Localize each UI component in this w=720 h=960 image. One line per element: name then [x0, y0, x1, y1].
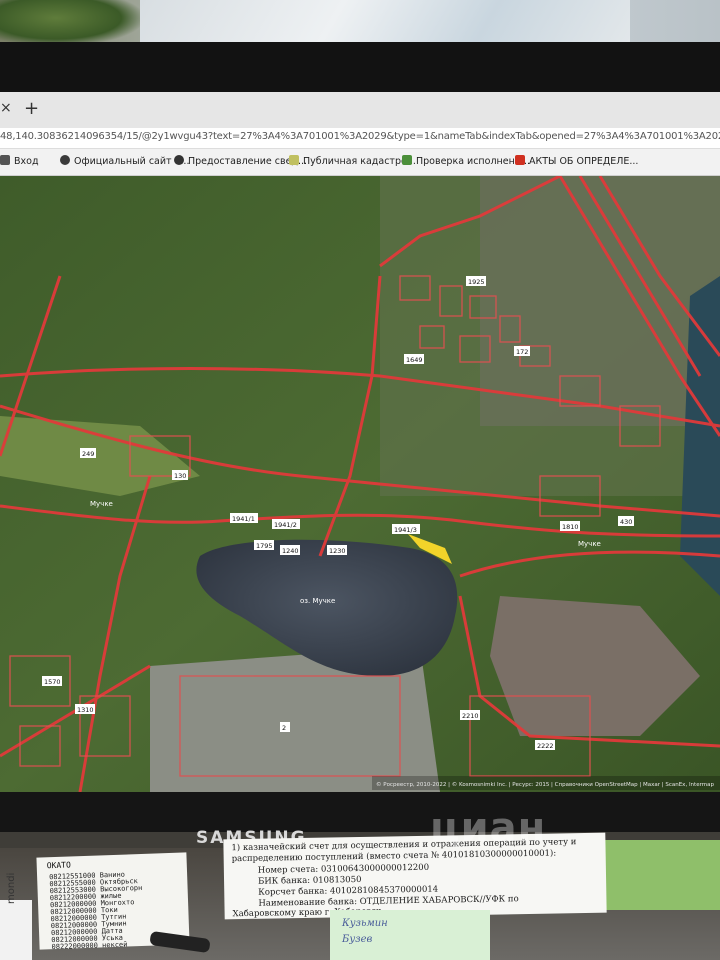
url-text[interactable]: 48,140.30836214096354/15/@2y1wvgu43?text…: [0, 131, 720, 142]
plot-label: 249: [82, 450, 94, 458]
plant: [0, 0, 140, 45]
plot-label: 1941/1: [232, 515, 255, 523]
browser-tab-bar: × +: [0, 92, 720, 128]
binder-label: mondi: [6, 872, 17, 904]
plot-label: 430: [620, 518, 632, 526]
plot-label: 1941/3: [394, 526, 417, 534]
plot-label: 1230: [329, 547, 346, 555]
notice-line: Номер счета: 03100643000000012200: [257, 862, 430, 876]
wall-map: [140, 0, 630, 42]
binder: [0, 900, 32, 960]
receipt-header: ОКАТО: [46, 860, 71, 871]
plot-label: 2: [282, 724, 286, 732]
bookmark-execution-check[interactable]: Проверка исполнени...: [402, 155, 530, 167]
lake-label: оз. Мучке: [300, 597, 335, 605]
map-attribution: © Росреестр, 2010-2022 | © Kosmosnimki I…: [376, 781, 714, 788]
plot-label: 172: [516, 348, 528, 356]
notice-line: БИК банка: 010813050: [257, 874, 362, 887]
cadastral-map[interactable]: оз. Мучке Мучке Мучке 1925 1941/1 1941/2…: [0, 176, 720, 792]
new-tab-button[interactable]: +: [24, 98, 39, 119]
arrow-icon: [0, 155, 10, 165]
plot-label: 1810: [562, 523, 579, 531]
map-canvas[interactable]: оз. Мучке Мучке Мучке 1925 1941/1 1941/2…: [0, 176, 720, 792]
address-bar[interactable]: 48,140.30836214096354/15/@2y1wvgu43?text…: [0, 128, 720, 149]
monitor-bottom-bezel: [0, 792, 720, 832]
bank-details-note: 1) казначейский счет для осуществления и…: [223, 832, 607, 920]
leaf-icon: [402, 155, 412, 165]
monitor-screen: × + 48,140.30836214096354/15/@2y1wvgu43?…: [0, 92, 720, 792]
b-letter-icon: [515, 155, 525, 165]
handwritten-line: Кузьмин: [342, 918, 388, 929]
plot-label: 1925: [468, 278, 485, 286]
bookmark-acts[interactable]: АКТЫ ОБ ОПРЕДЕЛЕ...: [515, 155, 638, 167]
bookmarks-bar: Вход Официальный сайт а... Предоставлени…: [0, 149, 720, 176]
handwritten-line: Бузев: [342, 934, 373, 945]
plot-label: 1570: [44, 678, 61, 686]
bookmark-info-provision[interactable]: Предоставление свед...: [174, 155, 307, 167]
plot-label: 2210: [462, 712, 479, 720]
map-icon: [289, 155, 299, 165]
watermark: циан: [430, 805, 547, 851]
road-label: Мучке: [578, 540, 601, 548]
plot-label: 1795: [256, 542, 273, 550]
road-label: Мучке: [90, 500, 113, 508]
globe-icon: [60, 155, 70, 165]
emblem-icon: [174, 155, 184, 165]
handwritten-note: Кузьмин Бузев: [330, 910, 490, 960]
bookmark-official-site[interactable]: Официальный сайт а...: [60, 155, 189, 167]
close-tab-icon[interactable]: ×: [0, 100, 12, 116]
plot-label: 2222: [537, 742, 554, 750]
plot-label: 1941/2: [274, 521, 297, 529]
plot-label: 1649: [406, 356, 423, 364]
plot-label: 1240: [282, 547, 299, 555]
bookmark-cadastral-map[interactable]: Публичная кадастро...: [289, 155, 416, 167]
green-folder: [600, 840, 720, 910]
plot-label: 130: [174, 472, 186, 480]
bookmark-login[interactable]: Вход: [0, 155, 39, 167]
plot-label: 1310: [77, 706, 94, 714]
